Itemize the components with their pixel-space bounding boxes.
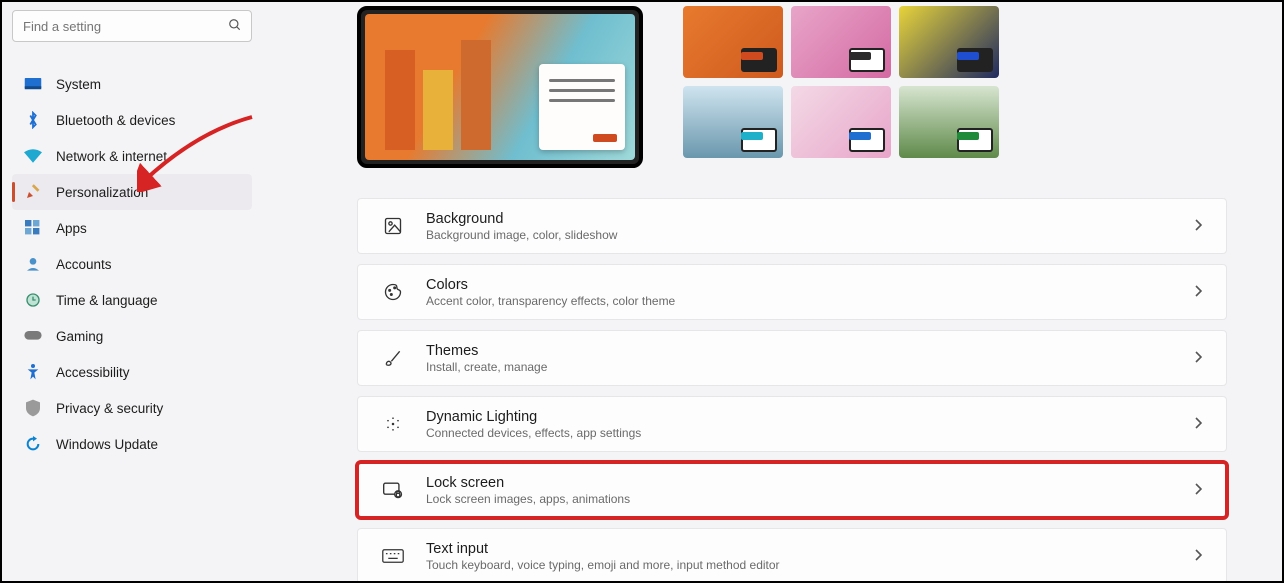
card-subtitle: Lock screen images, apps, animations bbox=[426, 492, 1194, 507]
card-text-input[interactable]: Text inputTouch keyboard, voice typing, … bbox=[357, 528, 1227, 583]
card-title: Lock screen bbox=[426, 474, 1194, 492]
search-icon bbox=[227, 18, 243, 35]
bluetooth-devices-icon bbox=[22, 109, 44, 131]
accounts-icon bbox=[22, 253, 44, 275]
sidebar-item-label: System bbox=[56, 77, 101, 92]
sidebar-item-label: Apps bbox=[56, 221, 87, 236]
sidebar-item-label: Privacy & security bbox=[56, 401, 163, 416]
card-colors[interactable]: ColorsAccent color, transparency effects… bbox=[357, 264, 1227, 320]
personalization-icon bbox=[22, 181, 44, 203]
theme-option-5[interactable] bbox=[791, 86, 891, 158]
card-subtitle: Accent color, transparency effects, colo… bbox=[426, 294, 1194, 309]
card-title: Dynamic Lighting bbox=[426, 408, 1194, 426]
card-subtitle: Install, create, manage bbox=[426, 360, 1194, 375]
chevron-right-icon bbox=[1194, 284, 1202, 300]
sidebar-item-label: Accounts bbox=[56, 257, 112, 272]
theme-pip-icon bbox=[957, 48, 993, 72]
sparkle-icon bbox=[382, 413, 404, 435]
lock-icon bbox=[382, 479, 404, 501]
palette-icon bbox=[382, 281, 404, 303]
sidebar-item-label: Bluetooth & devices bbox=[56, 113, 175, 128]
chevron-right-icon bbox=[1194, 548, 1202, 564]
sidebar-item-windows-update[interactable]: Windows Update bbox=[12, 426, 252, 462]
card-title: Colors bbox=[426, 276, 1194, 294]
desktop-preview bbox=[357, 6, 643, 168]
theme-pip-icon bbox=[849, 128, 885, 152]
sidebar-item-time-language[interactable]: Time & language bbox=[12, 282, 252, 318]
card-subtitle: Background image, color, slideshow bbox=[426, 228, 1194, 243]
brush-icon bbox=[382, 347, 404, 369]
keyboard-icon bbox=[382, 545, 404, 567]
card-background[interactable]: BackgroundBackground image, color, slide… bbox=[357, 198, 1227, 254]
sidebar-item-label: Network & internet bbox=[56, 149, 167, 164]
card-title: Text input bbox=[426, 540, 1194, 558]
theme-pip-icon bbox=[741, 48, 777, 72]
chevron-right-icon bbox=[1194, 416, 1202, 432]
time-language-icon bbox=[22, 289, 44, 311]
network-internet-icon bbox=[22, 145, 44, 167]
accessibility-icon bbox=[22, 361, 44, 383]
card-lock-screen[interactable]: Lock screenLock screen images, apps, ani… bbox=[357, 462, 1227, 518]
sidebar-item-network-internet[interactable]: Network & internet bbox=[12, 138, 252, 174]
settings-card-list: BackgroundBackground image, color, slide… bbox=[357, 198, 1227, 583]
preview-window-icon bbox=[539, 64, 625, 150]
card-subtitle: Touch keyboard, voice typing, emoji and … bbox=[426, 558, 1194, 573]
theme-option-6[interactable] bbox=[899, 86, 999, 158]
chevron-right-icon bbox=[1194, 218, 1202, 234]
sidebar-item-accounts[interactable]: Accounts bbox=[12, 246, 252, 282]
sidebar-item-label: Gaming bbox=[56, 329, 103, 344]
theme-option-2[interactable] bbox=[791, 6, 891, 78]
theme-pip-icon bbox=[849, 48, 885, 72]
sidebar-item-label: Time & language bbox=[56, 293, 158, 308]
sidebar-item-privacy-security[interactable]: Privacy & security bbox=[12, 390, 252, 426]
theme-option-1[interactable] bbox=[683, 6, 783, 78]
gaming-icon bbox=[22, 325, 44, 347]
sidebar-item-label: Accessibility bbox=[56, 365, 130, 380]
sidebar-item-label: Windows Update bbox=[56, 437, 158, 452]
theme-pip-icon bbox=[957, 128, 993, 152]
sidebar-item-bluetooth-devices[interactable]: Bluetooth & devices bbox=[12, 102, 252, 138]
card-subtitle: Connected devices, effects, app settings bbox=[426, 426, 1194, 441]
card-dynamic-lighting[interactable]: Dynamic LightingConnected devices, effec… bbox=[357, 396, 1227, 452]
sidebar-item-system[interactable]: System bbox=[12, 66, 252, 102]
sidebar-item-apps[interactable]: Apps bbox=[12, 210, 252, 246]
card-title: Background bbox=[426, 210, 1194, 228]
apps-icon bbox=[22, 217, 44, 239]
sidebar: System Bluetooth & devices Network & inter… bbox=[2, 2, 262, 581]
chevron-right-icon bbox=[1194, 482, 1202, 498]
theme-option-4[interactable] bbox=[683, 86, 783, 158]
sidebar-item-label: Personalization bbox=[56, 185, 148, 200]
privacy-security-icon bbox=[22, 397, 44, 419]
card-title: Themes bbox=[426, 342, 1194, 360]
sidebar-item-accessibility[interactable]: Accessibility bbox=[12, 354, 252, 390]
main-content: BackgroundBackground image, color, slide… bbox=[357, 2, 1237, 581]
card-themes[interactable]: ThemesInstall, create, manage bbox=[357, 330, 1227, 386]
theme-option-3[interactable] bbox=[899, 6, 999, 78]
search-input[interactable] bbox=[21, 18, 227, 35]
theme-pip-icon bbox=[741, 128, 777, 152]
system-icon bbox=[22, 73, 44, 95]
chevron-right-icon bbox=[1194, 350, 1202, 366]
windows-update-icon bbox=[22, 433, 44, 455]
sidebar-item-gaming[interactable]: Gaming bbox=[12, 318, 252, 354]
nav-list: System Bluetooth & devices Network & inter… bbox=[12, 66, 252, 462]
image-icon bbox=[382, 215, 404, 237]
search-box[interactable] bbox=[12, 10, 252, 42]
theme-grid bbox=[683, 6, 999, 168]
sidebar-item-personalization[interactable]: Personalization bbox=[12, 174, 252, 210]
